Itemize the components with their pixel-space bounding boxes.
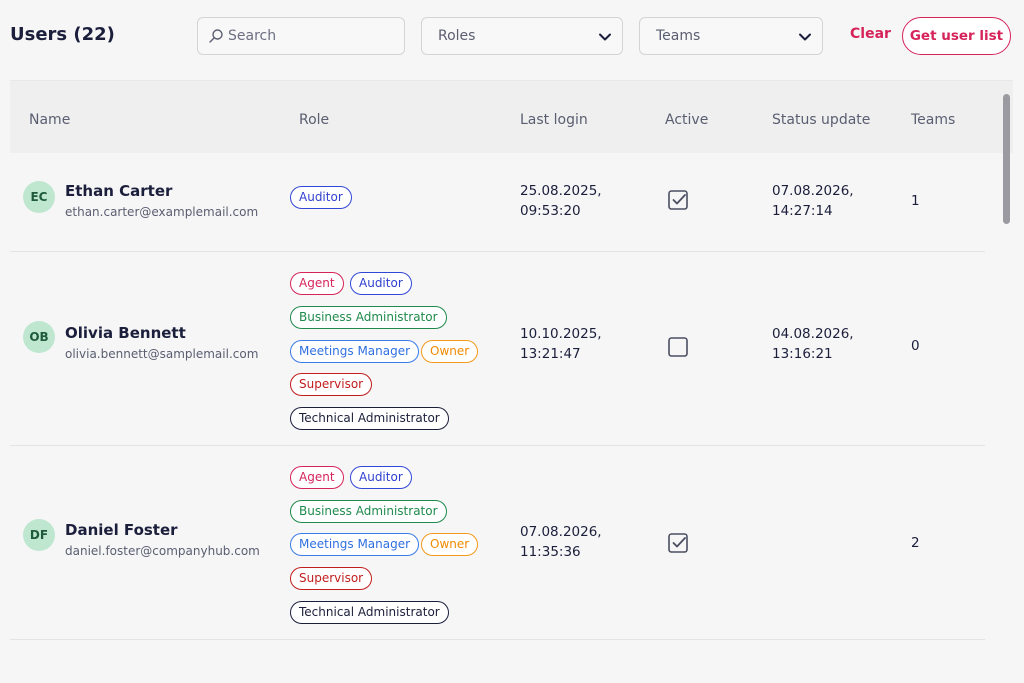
- role-tag-technical-administrator: Technical Administrator: [290, 601, 449, 624]
- last-login-date: 25.08.2025,: [520, 183, 602, 199]
- user-name: Ethan Carter: [65, 182, 173, 200]
- role-tag-meetings-manager: Meetings Manager: [290, 340, 420, 363]
- column-header-teams[interactable]: Teams: [911, 112, 955, 128]
- toolbar: Users (22) Roles Teams Clear Get user li…: [0, 0, 1024, 72]
- last-login-date: 10.10.2025,: [520, 326, 602, 342]
- last-login-time: 09:53:20: [520, 203, 581, 219]
- table-row[interactable]: DF Daniel Foster daniel.foster@companyhu…: [10, 446, 985, 640]
- status-update: 04.08.2026, 13:16:21: [772, 324, 854, 364]
- avatar: EC: [23, 181, 55, 213]
- role-tag-agent: Agent: [290, 466, 344, 489]
- status-update-date: 04.08.2026,: [772, 326, 854, 342]
- table-row[interactable]: EC Ethan Carter ethan.carter@examplemail…: [10, 153, 985, 252]
- teams-filter-select[interactable]: Teams: [639, 17, 823, 55]
- checkbox-checked-icon[interactable]: [667, 189, 689, 211]
- search-input[interactable]: [228, 26, 398, 46]
- role-tag-supervisor: Supervisor: [290, 567, 373, 590]
- role-tag-supervisor: Supervisor: [290, 373, 373, 396]
- last-login-date: 07.08.2026,: [520, 524, 602, 540]
- role-tags: Agent Auditor Business Administrator Mee…: [290, 446, 490, 640]
- teams-count: 1: [911, 193, 920, 209]
- role-tag-owner: Owner: [421, 533, 479, 556]
- role-tags: Agent Auditor Business Administrator Mee…: [290, 252, 490, 446]
- search-box[interactable]: [197, 17, 405, 55]
- role-tag-auditor: Auditor: [290, 186, 352, 209]
- roles-filter-label: Roles: [438, 28, 476, 44]
- user-email: olivia.bennett@samplemail.com: [65, 347, 259, 361]
- scrollbar-thumb[interactable]: [1003, 94, 1010, 224]
- column-header-active[interactable]: Active: [665, 112, 708, 128]
- role-tag-owner: Owner: [421, 340, 479, 363]
- avatar: OB: [23, 321, 55, 353]
- column-header-last-login[interactable]: Last login: [520, 112, 588, 128]
- user-email: ethan.carter@examplemail.com: [65, 205, 259, 219]
- column-header-role[interactable]: Role: [299, 112, 329, 128]
- teams-count: 0: [911, 338, 920, 354]
- roles-filter-select[interactable]: Roles: [421, 17, 623, 55]
- status-update-time: 14:27:14: [772, 203, 833, 219]
- chevron-down-icon: [599, 33, 611, 41]
- scrollbar[interactable]: [1001, 92, 1011, 652]
- last-login-time: 11:35:36: [520, 544, 581, 560]
- avatar: DF: [23, 519, 55, 551]
- teams-count: 2: [911, 535, 920, 551]
- table-header: Name Role Last login Active Status updat…: [10, 81, 1013, 153]
- get-user-list-button[interactable]: Get user list: [902, 17, 1011, 55]
- checkbox-unchecked-icon[interactable]: [667, 336, 689, 358]
- user-name: Daniel Foster: [65, 521, 178, 539]
- role-tags: Auditor: [290, 153, 490, 252]
- role-tag-auditor: Auditor: [350, 272, 412, 295]
- last-login: 07.08.2026, 11:35:36: [520, 522, 602, 562]
- teams-filter-label: Teams: [656, 28, 701, 44]
- page-title: Users (22): [10, 24, 115, 45]
- chevron-down-icon: [799, 33, 811, 41]
- last-login: 25.08.2025, 09:53:20: [520, 181, 602, 221]
- column-header-name[interactable]: Name: [29, 112, 70, 128]
- role-tag-auditor: Auditor: [350, 466, 412, 489]
- role-tag-business-administrator: Business Administrator: [290, 306, 447, 329]
- user-email: daniel.foster@companyhub.com: [65, 544, 260, 558]
- user-name: Olivia Bennett: [65, 324, 186, 342]
- table-row[interactable]: OB Olivia Bennett olivia.bennett@samplem…: [10, 252, 985, 446]
- role-tag-business-administrator: Business Administrator: [290, 500, 447, 523]
- status-update-date: 07.08.2026,: [772, 183, 854, 199]
- role-tag-technical-administrator: Technical Administrator: [290, 407, 449, 430]
- column-header-status-update[interactable]: Status update: [772, 112, 870, 128]
- role-tag-agent: Agent: [290, 272, 344, 295]
- users-table: Name Role Last login Active Status updat…: [10, 80, 1013, 683]
- status-update-time: 13:16:21: [772, 346, 833, 362]
- last-login: 10.10.2025, 13:21:47: [520, 324, 602, 364]
- search-icon: [209, 29, 223, 43]
- checkbox-checked-icon[interactable]: [667, 532, 689, 554]
- role-tag-meetings-manager: Meetings Manager: [290, 533, 420, 556]
- status-update: 07.08.2026, 14:27:14: [772, 181, 854, 221]
- clear-button[interactable]: Clear: [850, 26, 891, 42]
- last-login-time: 13:21:47: [520, 346, 581, 362]
